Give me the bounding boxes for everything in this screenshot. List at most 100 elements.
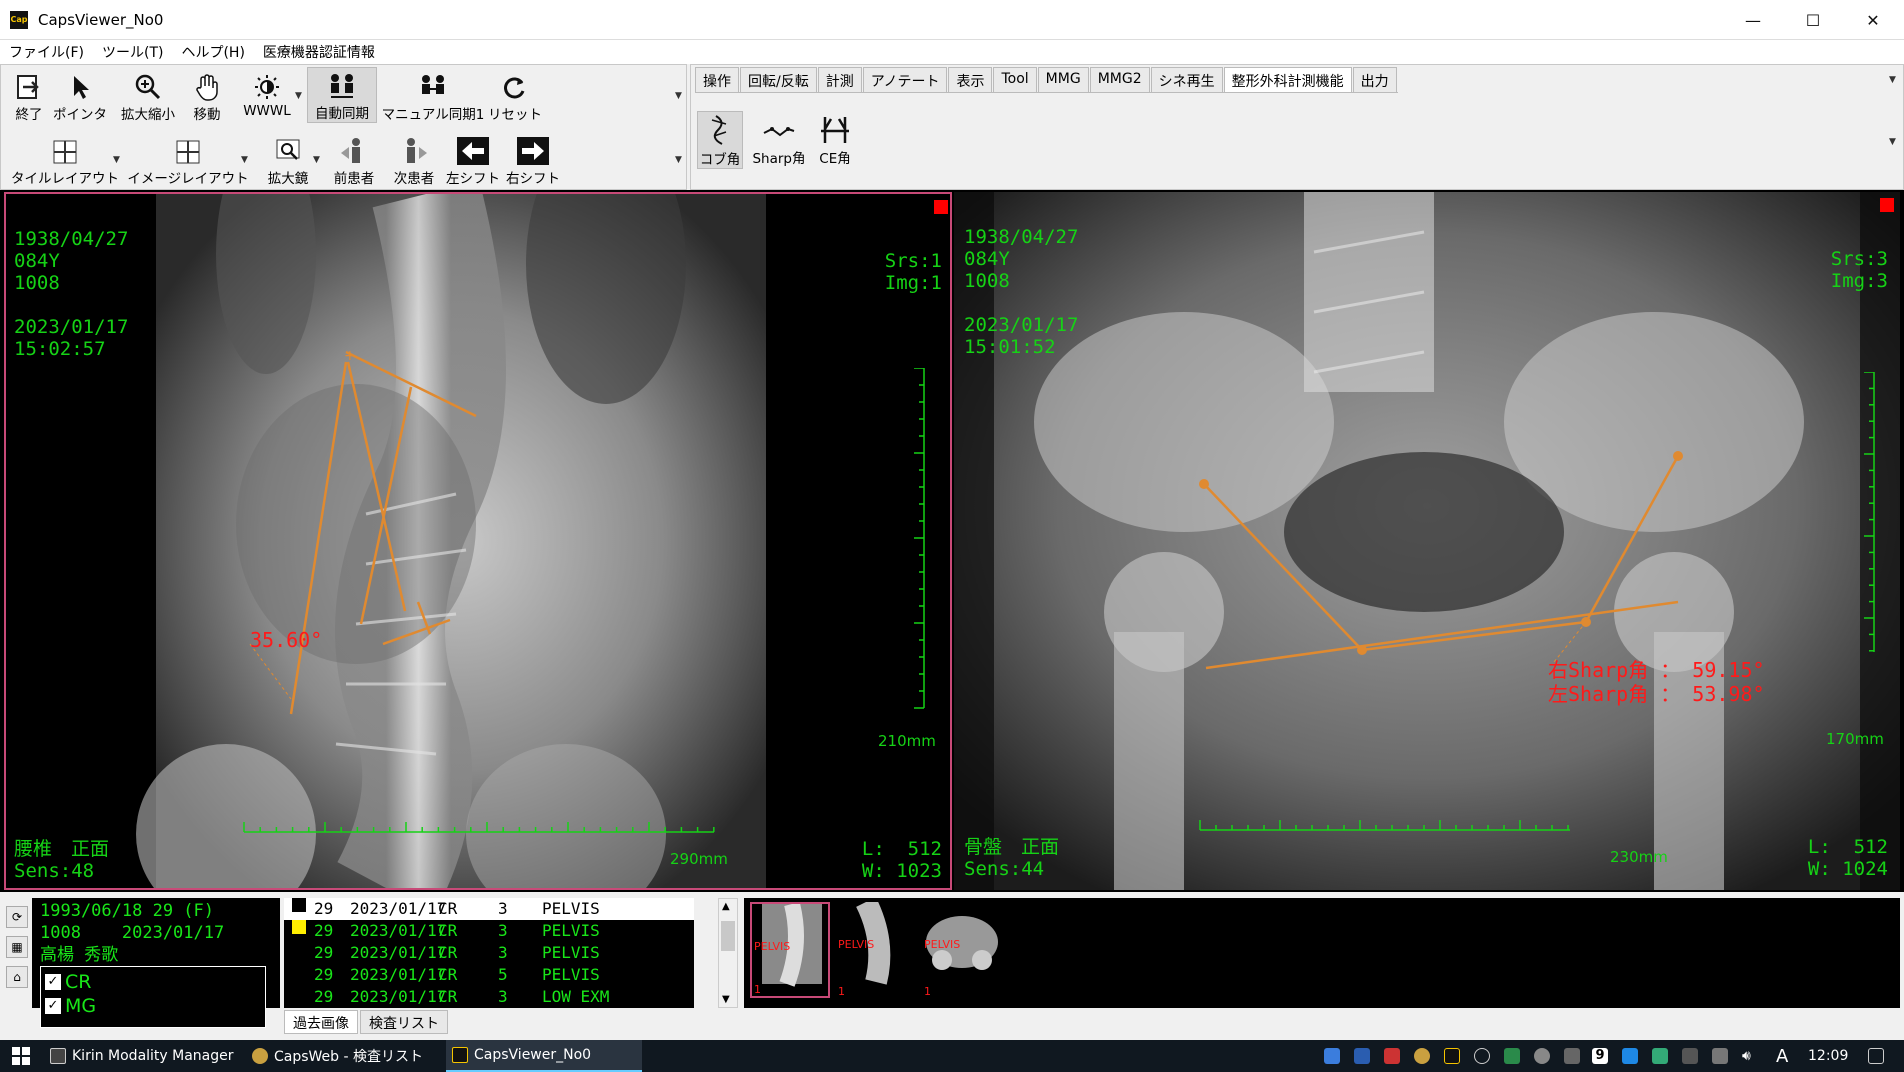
tile-layout-label: タイルレイアウト bbox=[11, 171, 119, 187]
battery-icon[interactable] bbox=[1712, 1048, 1728, 1064]
function-toolbar: 操作 回転/反転 計測 アノテート 表示 Tool MMG MMG2 シネ再生 … bbox=[690, 64, 1904, 190]
pointer-button[interactable]: ポインタ bbox=[53, 67, 107, 123]
window-width: W: 1024 bbox=[1807, 858, 1888, 880]
tab-display[interactable]: 表示 bbox=[948, 67, 993, 92]
menu-file[interactable]: ファイル(F) bbox=[0, 42, 93, 62]
selection-marker bbox=[934, 200, 948, 214]
toolbar-overflow-arrow-2[interactable]: ▼ bbox=[675, 155, 682, 165]
refresh-icon[interactable]: ⟳ bbox=[6, 906, 28, 928]
menu-certification[interactable]: 医療機器認証情報 bbox=[254, 42, 384, 62]
taskbar-app-kirin[interactable]: Kirin Modality Manager bbox=[50, 1040, 234, 1072]
start-button[interactable] bbox=[6, 1040, 36, 1072]
pan-button[interactable]: 移動 bbox=[187, 67, 227, 123]
cobb-angle-button[interactable]: コブ角 bbox=[697, 111, 743, 169]
modality-cr[interactable]: ✓ CR bbox=[45, 971, 91, 993]
reset-icon bbox=[501, 67, 529, 101]
shift-right-button[interactable]: 右シフト bbox=[506, 131, 560, 187]
scroll-thumb[interactable] bbox=[721, 921, 735, 951]
next-patient-button[interactable]: 次患者 bbox=[389, 131, 439, 187]
zoom-button[interactable]: 拡大縮小 bbox=[115, 67, 181, 123]
tab-measure[interactable]: 計測 bbox=[817, 67, 862, 92]
tile-layout-button[interactable]: タイルレイアウト bbox=[11, 131, 119, 187]
study-list-scrollbar[interactable]: ▲ ▼ bbox=[718, 898, 738, 1008]
table-row[interactable]: 29 2023/01/17 CR 3 PELVIS bbox=[284, 942, 694, 964]
thumbnail[interactable]: PELVIS 1 bbox=[922, 902, 1002, 998]
tab-mmg2[interactable]: MMG2 bbox=[1089, 67, 1150, 92]
tab-output[interactable]: 出力 bbox=[1352, 67, 1397, 92]
app-tray-icon[interactable] bbox=[1354, 1048, 1370, 1064]
toolbar-overflow-arrow[interactable]: ▼ bbox=[675, 91, 682, 101]
badge-icon[interactable]: 9 bbox=[1592, 1048, 1608, 1064]
tab-mmg[interactable]: MMG bbox=[1037, 67, 1089, 92]
shift-left-label: 左シフト bbox=[446, 171, 500, 187]
wwwl-button[interactable]: WWWL bbox=[239, 67, 295, 119]
viewport-left[interactable]: + 35.60° 1938/04/27 084Y 1008 2023/01/17… bbox=[4, 192, 952, 890]
reset-button[interactable]: リセット bbox=[488, 67, 542, 123]
auto-sync-button[interactable]: 自動同期 bbox=[307, 67, 377, 123]
maximize-button[interactable]: ☐ bbox=[1784, 0, 1842, 40]
taskbar-app-capsviewer[interactable]: CapsViewer_No0 bbox=[446, 1040, 642, 1072]
magnifier-button[interactable]: 拡大鏡 bbox=[263, 131, 313, 187]
capsviewer-tray-icon[interactable] bbox=[1444, 1048, 1460, 1064]
taskbar-app-capsweb[interactable]: CapsWeb - 検査リスト bbox=[252, 1040, 423, 1072]
wwwl-dropdown-arrow[interactable]: ▼ bbox=[295, 91, 302, 101]
table-row[interactable]: 29 2023/01/17 CR 3 PELVIS bbox=[284, 898, 694, 920]
ce-angle-button[interactable]: CE角 bbox=[813, 111, 857, 167]
tab-tool[interactable]: Tool bbox=[993, 67, 1037, 92]
tab-past-images[interactable]: 過去画像 bbox=[284, 1010, 358, 1034]
image-layout-button[interactable]: イメージレイアウト bbox=[127, 131, 249, 187]
tile-layout-dropdown-arrow[interactable]: ▼ bbox=[113, 155, 120, 165]
table-row[interactable]: 29 2023/01/17 CR 3 PELVIS bbox=[284, 920, 694, 942]
viewport-right[interactable]: 右Sharp角 ： 59.15° 左Sharp角 ： 53.98° 1938/0… bbox=[954, 192, 1900, 890]
ime-indicator[interactable]: A bbox=[1776, 1040, 1788, 1072]
magnifier-dropdown-arrow[interactable]: ▼ bbox=[313, 155, 320, 165]
device-icon[interactable] bbox=[1564, 1048, 1580, 1064]
cell-part: PELVIS bbox=[542, 921, 600, 940]
image-layout-dropdown-arrow[interactable]: ▼ bbox=[241, 155, 248, 165]
security-icon[interactable] bbox=[1384, 1048, 1400, 1064]
volume-icon[interactable]: 🔊︎ bbox=[1742, 1048, 1758, 1064]
browser-tray-icon[interactable] bbox=[1414, 1048, 1430, 1064]
shield-icon[interactable] bbox=[1324, 1048, 1340, 1064]
checkbox-checked-icon[interactable]: ✓ bbox=[45, 974, 61, 990]
modality-mg[interactable]: ✓ MG bbox=[45, 995, 96, 1017]
prev-patient-button[interactable]: 前患者 bbox=[329, 131, 379, 187]
w-app-icon[interactable] bbox=[1622, 1048, 1638, 1064]
notification-icon[interactable] bbox=[1868, 1048, 1884, 1064]
tab-orthopedic[interactable]: 整形外科計測機能 bbox=[1223, 67, 1352, 92]
sharp-angle-button[interactable]: Sharp角 bbox=[751, 111, 807, 167]
tab-operation[interactable]: 操作 bbox=[695, 67, 739, 92]
manual-sync-button[interactable]: マニュアル同期1 bbox=[382, 67, 484, 123]
exit-button[interactable]: 終了 bbox=[7, 67, 51, 123]
tab-rotate-flip[interactable]: 回転/反転 bbox=[740, 67, 817, 92]
tab-annotate[interactable]: アノテート bbox=[862, 67, 948, 92]
window-width: W: 1023 bbox=[861, 860, 942, 882]
card-icon[interactable] bbox=[1652, 1048, 1668, 1064]
tools-overflow-arrow[interactable]: ▼ bbox=[1889, 137, 1896, 147]
player-icon[interactable] bbox=[1504, 1048, 1520, 1064]
shift-left-button[interactable]: 左シフト bbox=[446, 131, 500, 187]
gear-icon[interactable] bbox=[1534, 1048, 1550, 1064]
minimize-button[interactable]: — bbox=[1724, 0, 1782, 40]
clock[interactable]: 12:09 bbox=[1808, 1040, 1848, 1072]
tab-cine[interactable]: シネ再生 bbox=[1150, 67, 1223, 92]
thumbnail[interactable]: PELVIS 1 bbox=[836, 902, 916, 998]
checkbox-checked-icon[interactable]: ✓ bbox=[45, 998, 61, 1014]
home-icon[interactable]: ⌂ bbox=[6, 966, 28, 988]
table-row[interactable]: 29 2023/01/17 CR 5 PELVIS bbox=[284, 964, 694, 986]
close-button[interactable]: ✕ bbox=[1844, 0, 1902, 40]
thumbnail[interactable]: PELVIS 1 bbox=[750, 902, 830, 998]
pointer-icon bbox=[68, 67, 92, 101]
tabs-overflow-arrow[interactable]: ▼ bbox=[1889, 75, 1896, 85]
grid-icon[interactable]: ▦ bbox=[6, 936, 28, 958]
scroll-down-icon[interactable]: ▼ bbox=[722, 994, 730, 1005]
menu-tools[interactable]: ツール(T) bbox=[93, 42, 172, 62]
scroll-up-icon[interactable]: ▲ bbox=[722, 901, 730, 912]
table-row[interactable]: 29 2023/01/17 CR 3 LOW EXM bbox=[284, 986, 694, 1008]
network-icon[interactable] bbox=[1682, 1048, 1698, 1064]
modality-cr-label: CR bbox=[65, 971, 92, 993]
tab-study-list[interactable]: 検査リスト bbox=[360, 1010, 448, 1034]
globe-icon[interactable] bbox=[1474, 1048, 1490, 1064]
menu-help[interactable]: ヘルプ(H) bbox=[172, 42, 253, 62]
pan-label: 移動 bbox=[193, 107, 221, 123]
